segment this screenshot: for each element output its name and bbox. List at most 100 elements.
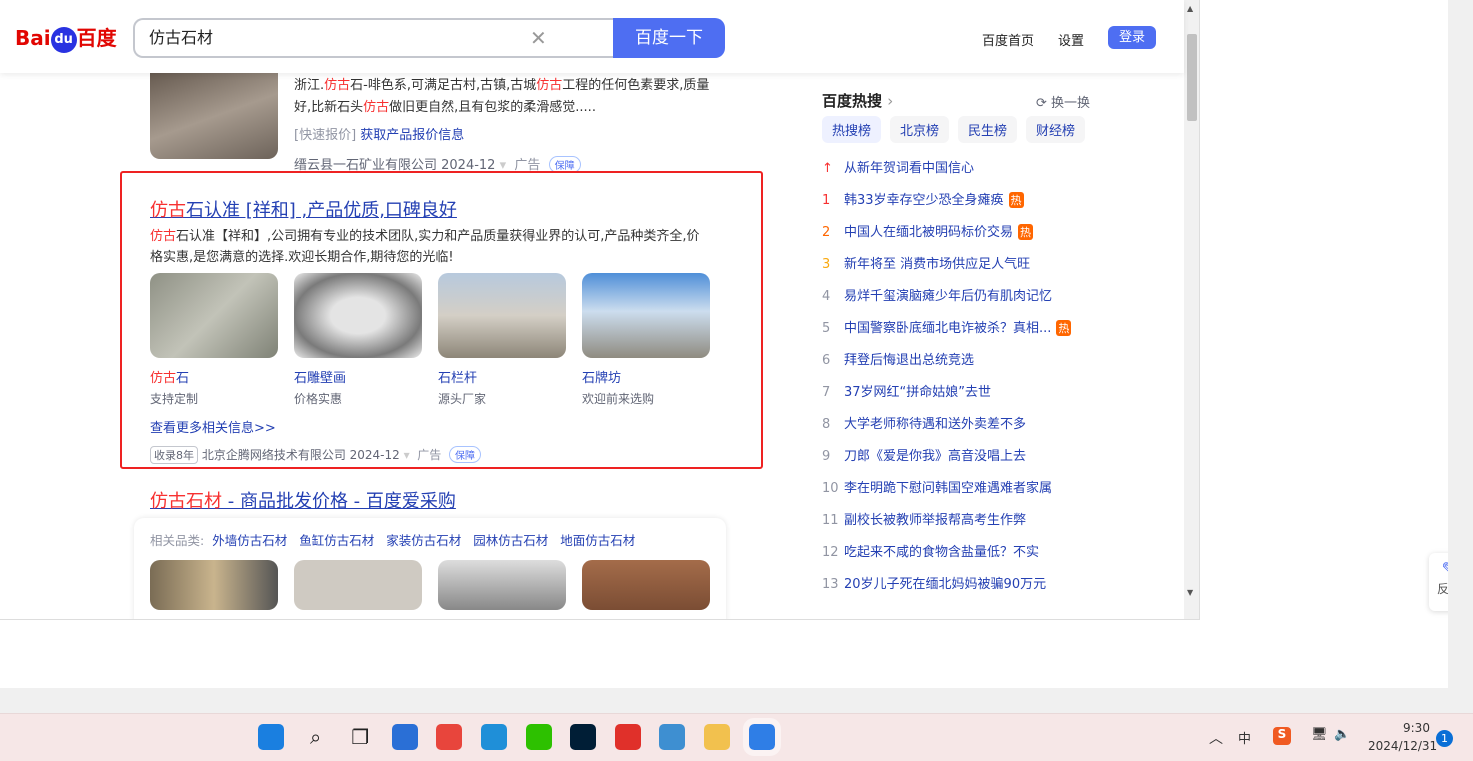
photoshop-icon[interactable] xyxy=(570,724,597,750)
category-link[interactable]: 外墙仿古石材 xyxy=(212,533,287,548)
hot-item[interactable]: 2 中国人在缅北被明码标价交易热 xyxy=(822,221,1034,240)
notepad-icon[interactable] xyxy=(659,724,686,750)
hot-rank: 5 xyxy=(822,321,831,336)
search-icon[interactable]: ⌕ xyxy=(303,724,329,750)
hot-text[interactable]: 37岁网红“拼命姑娘”去世 xyxy=(844,385,991,400)
hot-text[interactable]: 从新年贺词看中国信心 xyxy=(844,161,974,176)
refresh-button[interactable]: ⟳ 换一换 xyxy=(1036,92,1090,111)
result-image[interactable] xyxy=(150,60,278,159)
hot-title[interactable]: 百度热搜 › xyxy=(822,90,893,111)
hot-text[interactable]: 20岁儿子死在缅北妈妈被骗90万元 xyxy=(844,577,1046,592)
result-title[interactable]: 仿古石材 - 商品批发价格 - 百度爱采购 xyxy=(150,487,456,513)
product-image[interactable] xyxy=(438,560,566,610)
guarantee-badge[interactable]: 保障 xyxy=(448,446,481,463)
hot-item[interactable]: 5 中国警察卧底缅北电诈被杀？真相... 热 xyxy=(822,317,1072,336)
product-image[interactable] xyxy=(294,273,422,358)
product-image[interactable] xyxy=(582,560,710,610)
scroll-up-icon[interactable]: ▲ xyxy=(1187,4,1193,13)
category-link[interactable]: 家装仿古石材 xyxy=(386,533,461,548)
tab-hot[interactable]: 热搜榜 xyxy=(822,116,882,143)
hot-text[interactable]: 新年将至 消费市场供应足人气旺 xyxy=(844,257,1030,272)
task-view-icon[interactable]: ❐ xyxy=(347,724,373,750)
product-image[interactable] xyxy=(438,273,566,358)
hot-item[interactable]: 9 刀郎《爱是你我》高音没唱上去 xyxy=(822,445,1026,464)
product-image[interactable] xyxy=(294,560,422,610)
hot-text[interactable]: 中国警察卧底缅北电诈被杀？真相... xyxy=(844,321,1051,336)
home-link[interactable]: 百度首页 xyxy=(982,30,1034,49)
network-icon[interactable]: 🖥 xyxy=(1311,727,1328,742)
years-badge: 收录8年 xyxy=(150,446,198,464)
category-link[interactable]: 园林仿古石材 xyxy=(473,533,548,548)
quick-price-link[interactable]: 获取产品报价信息 xyxy=(360,128,464,143)
source: 北京企腾网络技术有限公司 2024-12 xyxy=(201,448,400,462)
tab-finance[interactable]: 财经榜 xyxy=(1026,116,1086,143)
hot-text[interactable]: 副校长被教师举报帮高考生作弊 xyxy=(844,513,1026,528)
hot-text[interactable]: 拜登后悔退出总统竞选 xyxy=(844,353,974,368)
clock-date[interactable]: 2024/12/31 xyxy=(1368,739,1437,753)
notification-badge[interactable]: 1 xyxy=(1436,730,1453,747)
wps-icon[interactable] xyxy=(614,724,641,750)
product-link[interactable]: 仿古石 xyxy=(150,367,189,386)
hot-text[interactable]: 易烊千玺演脑瘫少年后仍有肌肉记忆 xyxy=(844,289,1052,304)
hot-item[interactable]: 4 易烊千玺演脑瘫少年后仍有肌肉记忆 xyxy=(822,285,1052,304)
category-link[interactable]: 鱼缸仿古石材 xyxy=(299,533,374,548)
product-link[interactable]: 石栏杆 xyxy=(438,367,477,386)
chevron-up-icon[interactable]: ︿ xyxy=(1209,728,1223,748)
hot-item[interactable]: 13 20岁儿子死在缅北妈妈被骗90万元 xyxy=(822,573,1046,592)
hot-rank: 4 xyxy=(822,289,831,304)
scrollbar-thumb[interactable] xyxy=(1187,34,1197,121)
file-explorer-icon[interactable] xyxy=(704,724,730,750)
sogou-icon[interactable]: S xyxy=(1273,727,1291,745)
product-link[interactable]: 石牌坊 xyxy=(582,367,621,386)
hot-text[interactable]: 吃起来不咸的食物含盐量低？不实 xyxy=(844,545,1039,560)
hot-text[interactable]: 李在明跪下慰问韩国空难遇难者家属 xyxy=(844,481,1052,496)
category-link[interactable]: 地面仿古石材 xyxy=(560,533,635,548)
hot-text[interactable]: 韩33岁幸存空少恐全身瘫痪 xyxy=(844,193,1004,208)
quick-price-label: [快速报价] xyxy=(294,128,357,143)
settings-link[interactable]: 设置 xyxy=(1058,30,1084,49)
hot-badge: 热 xyxy=(1008,192,1024,208)
hot-text[interactable]: 刀郎《爱是你我》高音没唱上去 xyxy=(844,449,1026,464)
ad-label: 广告 xyxy=(417,448,442,462)
hot-text[interactable]: 中国人在缅北被明码标价交易 xyxy=(844,225,1013,240)
hot-item[interactable]: ↑ 从新年贺词看中国信心 xyxy=(822,157,974,176)
baidu-logo[interactable]: Bai du 百度 xyxy=(15,22,117,53)
volume-icon[interactable]: 🔈 xyxy=(1334,727,1350,742)
wechat-icon[interactable] xyxy=(525,724,552,750)
ime-indicator[interactable]: 中 xyxy=(1238,728,1251,747)
more-info-link[interactable]: 查看更多相关信息>> xyxy=(150,417,276,436)
browser-icon[interactable] xyxy=(742,718,781,756)
product-sub: 源头厂家 xyxy=(438,392,487,406)
clock-time[interactable]: 9:30 xyxy=(1403,721,1430,735)
hot-item[interactable]: 7 37岁网红“拼命姑娘”去世 xyxy=(822,381,991,400)
product-link[interactable]: 石雕壁画 xyxy=(294,367,346,386)
product-image[interactable] xyxy=(150,560,278,610)
dropdown-icon[interactable]: ▾ xyxy=(404,448,410,462)
hot-item[interactable]: 6 拜登后悔退出总统竞选 xyxy=(822,349,974,368)
hot-item[interactable]: 10 李在明跪下慰问韩国空难遇难者家属 xyxy=(822,477,1052,496)
tab-beijing[interactable]: 北京榜 xyxy=(890,116,950,143)
widgets-icon[interactable] xyxy=(391,724,418,750)
login-button[interactable]: 登录 xyxy=(1108,26,1156,49)
edge-icon[interactable] xyxy=(481,724,507,750)
background xyxy=(1448,0,1473,713)
hot-item[interactable]: 12 吃起来不咸的食物含盐量低？不实 xyxy=(822,541,1039,560)
search-button[interactable]: 百度一下 xyxy=(613,18,725,58)
hot-item[interactable]: 1 韩33岁幸存空少恐全身瘫痪热 xyxy=(822,189,1024,208)
chrome-icon[interactable] xyxy=(436,724,463,750)
product-image[interactable] xyxy=(150,273,278,358)
tab-livelihood[interactable]: 民生榜 xyxy=(958,116,1018,143)
hot-item[interactable]: 3 新年将至 消费市场供应足人气旺 xyxy=(822,253,1030,272)
hot-text[interactable]: 大学老师称待遇和送外卖差不多 xyxy=(844,417,1026,432)
hot-rank: 8 xyxy=(822,417,831,432)
hot-item[interactable]: 8 大学老师称待遇和送外卖差不多 xyxy=(822,413,1026,432)
product-sub: 价格实惠 xyxy=(294,392,343,406)
scroll-down-icon[interactable]: ▼ xyxy=(1187,588,1193,597)
windows-start-icon[interactable] xyxy=(258,724,284,750)
result-title[interactable]: 仿古石认准 [祥和] ,产品优质,口碑良好 xyxy=(150,196,457,222)
clear-icon[interactable]: ✕ xyxy=(530,26,547,50)
hot-rank: 11 xyxy=(822,513,839,528)
hot-rank: 3 xyxy=(822,257,831,272)
hot-item[interactable]: 11 副校长被教师举报帮高考生作弊 xyxy=(822,509,1026,528)
product-image[interactable] xyxy=(582,273,710,358)
